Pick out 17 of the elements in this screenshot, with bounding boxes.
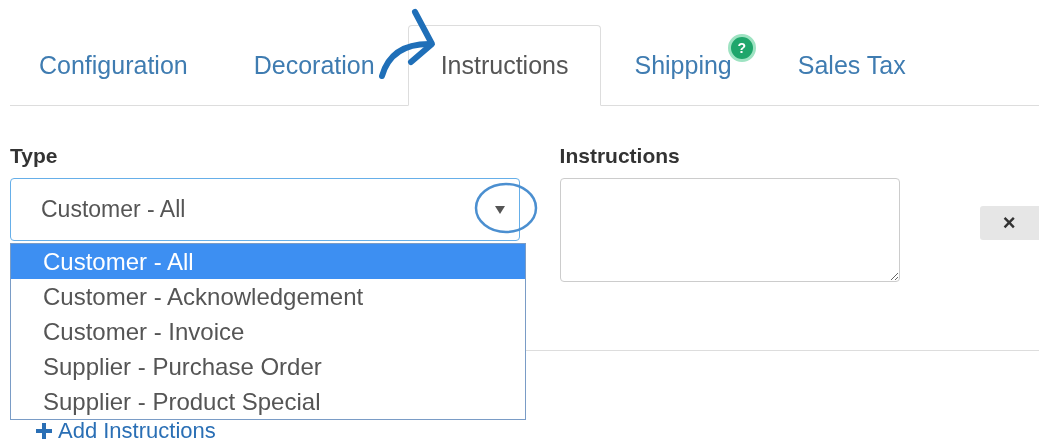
dropdown-option[interactable]: Customer - Acknowledgement bbox=[11, 279, 525, 314]
remove-button[interactable]: × bbox=[979, 206, 1039, 240]
field-label: Instructions bbox=[559, 144, 681, 168]
type-select[interactable]: Customer - All bbox=[10, 178, 520, 241]
instructions-field[interactable] bbox=[559, 178, 900, 282]
tab[interactable]: Shipping ? bbox=[601, 25, 765, 106]
dropdown-option[interactable]: Supplier - Product Special bbox=[11, 384, 525, 419]
add-instructions-link[interactable]: Add Instructions bbox=[58, 418, 216, 444]
tab[interactable]: Configuration bbox=[10, 25, 221, 106]
tab[interactable]: Sales Tax bbox=[764, 25, 939, 106]
tab[interactable]: Instructions bbox=[407, 25, 602, 106]
tab[interactable]: Decoration bbox=[220, 25, 408, 106]
plus-icon bbox=[36, 423, 52, 439]
dropdown-option[interactable]: Customer - Invoice bbox=[11, 314, 525, 349]
dropdown-option[interactable]: Supplier - Purchase Order bbox=[11, 349, 525, 384]
field-label: Type bbox=[10, 144, 59, 168]
caret-icon bbox=[494, 205, 505, 214]
